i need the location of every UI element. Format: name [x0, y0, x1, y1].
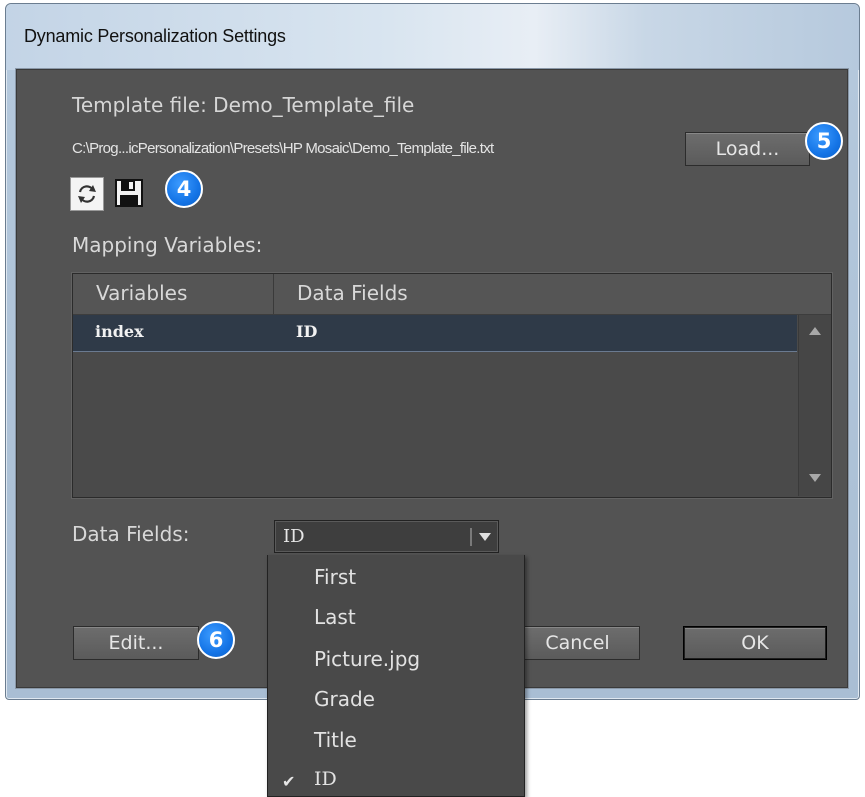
table-header: Variables Data Fields — [73, 274, 831, 315]
checkmark-icon: ✔ — [282, 772, 296, 791]
title-bar[interactable]: Dynamic Personalization Settings — [6, 4, 859, 70]
scroll-up-icon[interactable] — [809, 327, 821, 335]
data-fields-label: Data Fields: — [72, 522, 190, 546]
menu-item-id[interactable]: ID — [314, 768, 337, 790]
dropdown-selected-value: ID — [283, 526, 305, 547]
menu-item-first[interactable]: First — [314, 565, 356, 589]
menu-item-grade[interactable]: Grade — [314, 687, 375, 711]
window-title: Dynamic Personalization Settings — [24, 26, 286, 46]
chevron-down-icon[interactable] — [479, 533, 491, 541]
column-divider[interactable] — [273, 274, 274, 314]
callout-badge-4: 4 — [165, 170, 203, 208]
column-header-variables[interactable]: Variables — [96, 281, 187, 305]
table-row[interactable]: index ID — [73, 315, 797, 352]
menu-item-title[interactable]: Title — [314, 728, 357, 752]
scroll-down-icon[interactable] — [809, 474, 821, 482]
dropdown-divider — [470, 528, 472, 546]
table-scrollbar[interactable] — [798, 315, 831, 496]
save-icon[interactable] — [113, 177, 147, 211]
data-fields-dropdown[interactable]: ID — [274, 520, 499, 553]
callout-badge-6: 6 — [197, 621, 235, 659]
load-button[interactable]: Load... — [685, 132, 810, 166]
template-file-label: Template file: Demo_Template_file — [72, 93, 415, 117]
callout-badge-5: 5 — [805, 122, 843, 160]
template-path: C:\Prog...icPersonalization\Presets\HP M… — [72, 140, 494, 157]
menu-item-picture[interactable]: Picture.jpg — [314, 647, 420, 671]
menu-item-last[interactable]: Last — [314, 605, 356, 629]
mapping-table: Variables Data Fields index ID — [72, 273, 832, 498]
cell-data-field: ID — [296, 322, 318, 341]
ok-button[interactable]: OK — [683, 626, 827, 660]
column-header-data-fields[interactable]: Data Fields — [297, 281, 408, 305]
cell-variable: index — [95, 322, 144, 341]
mapping-variables-label: Mapping Variables: — [72, 233, 263, 257]
sync-icon[interactable] — [70, 177, 104, 211]
data-fields-menu: First Last Picture.jpg Grade Title ✔ ID — [267, 555, 525, 797]
edit-button[interactable]: Edit... — [73, 626, 199, 660]
